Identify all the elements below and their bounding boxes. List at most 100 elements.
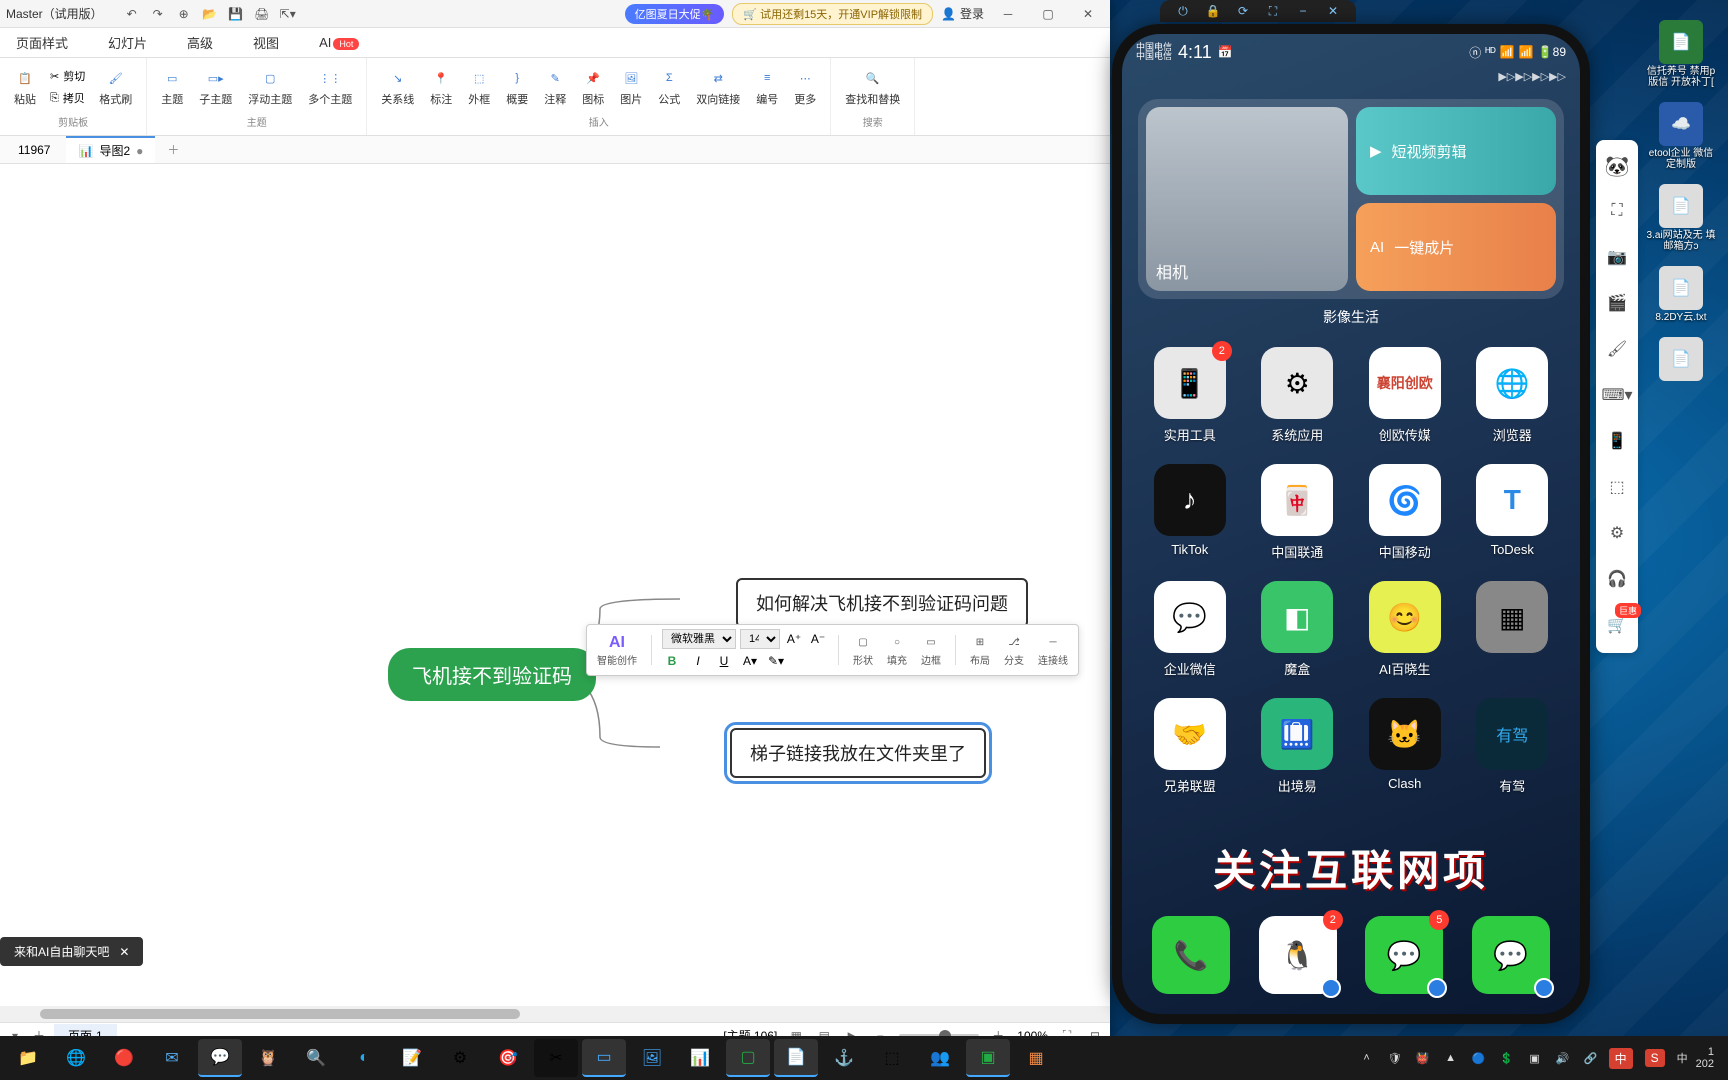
lock-icon[interactable]: 🔒 [1204,2,1222,20]
app-aibaixiao[interactable]: 😊AI百晓生 [1357,581,1453,678]
menu-tab[interactable]: 幻灯片 [100,29,155,56]
screenshot-icon[interactable]: ⛶ [1264,2,1282,20]
app-icon[interactable]: ▭ [582,1039,626,1077]
app-icon[interactable]: ▦ [1014,1039,1058,1077]
tray-icon[interactable]: 👹 [1413,1048,1433,1068]
volume-icon[interactable]: 🔊 [1553,1048,1573,1068]
app-icon[interactable]: 📊 [678,1039,722,1077]
outer-frame-button[interactable]: ⬚外框 [462,65,496,109]
mark-button[interactable]: 📍标注 [424,65,458,109]
rotate-icon[interactable]: ⟳ [1234,2,1252,20]
network-icon[interactable]: 🔗 [1581,1048,1601,1068]
ime-indicator[interactable]: 中 [1609,1048,1633,1069]
app-icon[interactable]: ◐ [342,1039,386,1077]
app-cmcc[interactable]: 🌀中国移动 [1357,464,1453,561]
export-icon[interactable]: ⇱▾ [279,5,297,23]
connector-button[interactable]: ─连接线 [1034,632,1072,669]
brush-icon[interactable]: 🖌 [1603,335,1631,363]
icon-button[interactable]: 📌图标 [576,65,610,109]
underline-button[interactable]: U [714,651,734,671]
float-theme-button[interactable]: ▢浮动主题 [242,65,298,109]
subtheme-button[interactable]: ▭▸子主题 [193,65,238,109]
find-replace-button[interactable]: 🔍查找和替换 [839,65,906,109]
keyboard-icon[interactable]: ⌨▾ [1603,381,1631,409]
maximize-icon[interactable]: ▢ [1032,2,1064,26]
app-icon[interactable]: 🎯 [486,1039,530,1077]
copy-button[interactable]: ⎘ 拷贝 [46,88,89,108]
number-button[interactable]: ≡编号 [750,65,784,109]
cart-icon[interactable]: 🛒 [1603,611,1631,639]
border-button[interactable]: ▭边框 [917,632,945,669]
close-icon[interactable]: ✕ [1072,2,1104,26]
tray-icon[interactable]: 💲 [1497,1048,1517,1068]
fullscreen-icon[interactable]: ⛶ [1603,197,1631,225]
app-icon[interactable]: 🦉 [246,1039,290,1077]
one-click-button[interactable]: AI 一键成片 [1356,203,1556,291]
picture-button[interactable]: 🖼图片 [614,65,648,109]
print-icon[interactable]: 🖨 [253,5,271,23]
multi-theme-button[interactable]: ⋮⋮多个主题 [302,65,358,109]
settings-icon[interactable]: ⚙ [1603,519,1631,547]
font-shrink-icon[interactable]: A⁻ [808,629,828,649]
tray-up-icon[interactable]: ˄ [1357,1048,1377,1068]
formula-button[interactable]: Σ公式 [652,65,686,109]
app-folder[interactable]: 2📱实用工具 [1142,347,1238,444]
ai-chat-prompt[interactable]: 来和AI自由聊天吧 ✕ [0,937,143,966]
annotation-button[interactable]: ✎注释 [538,65,572,109]
dock-phone[interactable]: 📞 [1152,916,1230,994]
add-tab-button[interactable]: ＋ [159,137,187,162]
app-qr[interactable]: ▦ [1465,581,1561,678]
camera-preview[interactable]: 相机 [1146,107,1348,291]
power-icon[interactable]: ⏻ [1174,2,1192,20]
shape-button[interactable]: ▢形状 [849,632,877,669]
app-icon[interactable]: 🖼 [630,1039,674,1077]
edge-icon[interactable]: 🌐 [54,1039,98,1077]
crop-icon[interactable]: ⬚ [1603,473,1631,501]
doc-tab[interactable]: 11967 [6,139,62,161]
horizontal-scrollbar[interactable] [0,1006,1110,1022]
desktop-icon[interactable]: 📄 [1659,337,1703,383]
app-chujingyi[interactable]: 🛄出境易 [1250,698,1346,795]
record-icon[interactable]: 🎬 [1603,289,1631,317]
promo-badge[interactable]: 亿图夏日大促🌴 [625,4,725,24]
relation-button[interactable]: ↘关系线 [375,65,420,109]
summary-button[interactable]: }概要 [500,65,534,109]
app-icon[interactable]: ▣ [966,1039,1010,1077]
mindmap-canvas[interactable]: 飞机接不到验证码 如何解决飞机接不到验证码问题 梯子链接我放在文件夹里了 AI智… [0,164,1110,1022]
ai-create-button[interactable]: AI智能创作 [593,632,641,669]
app-wework[interactable]: 💬企业微信 [1142,581,1238,678]
mindmap-child-node[interactable]: 如何解决飞机接不到验证码问题 [736,578,1028,628]
menu-tab-ai[interactable]: AIHot [311,31,367,54]
app-unicom[interactable]: 🀄中国联通 [1250,464,1346,561]
wechat-icon[interactable]: 💬 [198,1039,242,1077]
mindmap-root-node[interactable]: 飞机接不到验证码 [388,648,596,701]
paste-button[interactable]: 📋粘贴 [8,65,42,109]
app-icon[interactable]: 📝 [390,1039,434,1077]
app-icon[interactable]: 襄阳创欧创欧传媒 [1357,347,1453,444]
fill-button[interactable]: ○填充 [883,632,911,669]
italic-button[interactable]: I [688,651,708,671]
login-button[interactable]: 👤 登录 [941,5,984,22]
desktop-icon[interactable]: ☁️etool企业 微信定制版 [1644,102,1718,170]
new-icon[interactable]: ⊕ [175,5,193,23]
file-explorer-icon[interactable]: 📁 [6,1039,50,1077]
open-icon[interactable]: 📂 [201,5,219,23]
support-icon[interactable]: 🎧 [1603,565,1631,593]
menu-tab[interactable]: 高级 [179,29,221,56]
phone-icon[interactable]: 📱 [1603,427,1631,455]
app-tiktok[interactable]: ♪TikTok [1142,464,1238,561]
app-todesk[interactable]: TToDesk [1465,464,1561,561]
menu-tab[interactable]: 视图 [245,29,287,56]
tray-icon[interactable]: ▲ [1441,1048,1461,1068]
dock-wechat2[interactable]: 💬 [1472,916,1550,994]
sogou-ime-icon[interactable]: S [1645,1049,1665,1067]
video-edit-button[interactable]: ▶ 短视频剪辑 [1356,107,1556,195]
branch-button[interactable]: ⎇分支 [1000,632,1028,669]
tab-close-icon[interactable]: ● [136,144,143,158]
cut-button[interactable]: ✂ 剪切 [46,66,89,86]
bold-button[interactable]: B [662,651,682,671]
app-icon[interactable]: 📄 [774,1039,818,1077]
desktop-icon[interactable]: 📄8.2DY云.txt [1655,266,1706,323]
minimize-icon[interactable]: − [1294,2,1312,20]
app-icon[interactable]: ⚓ [822,1039,866,1077]
